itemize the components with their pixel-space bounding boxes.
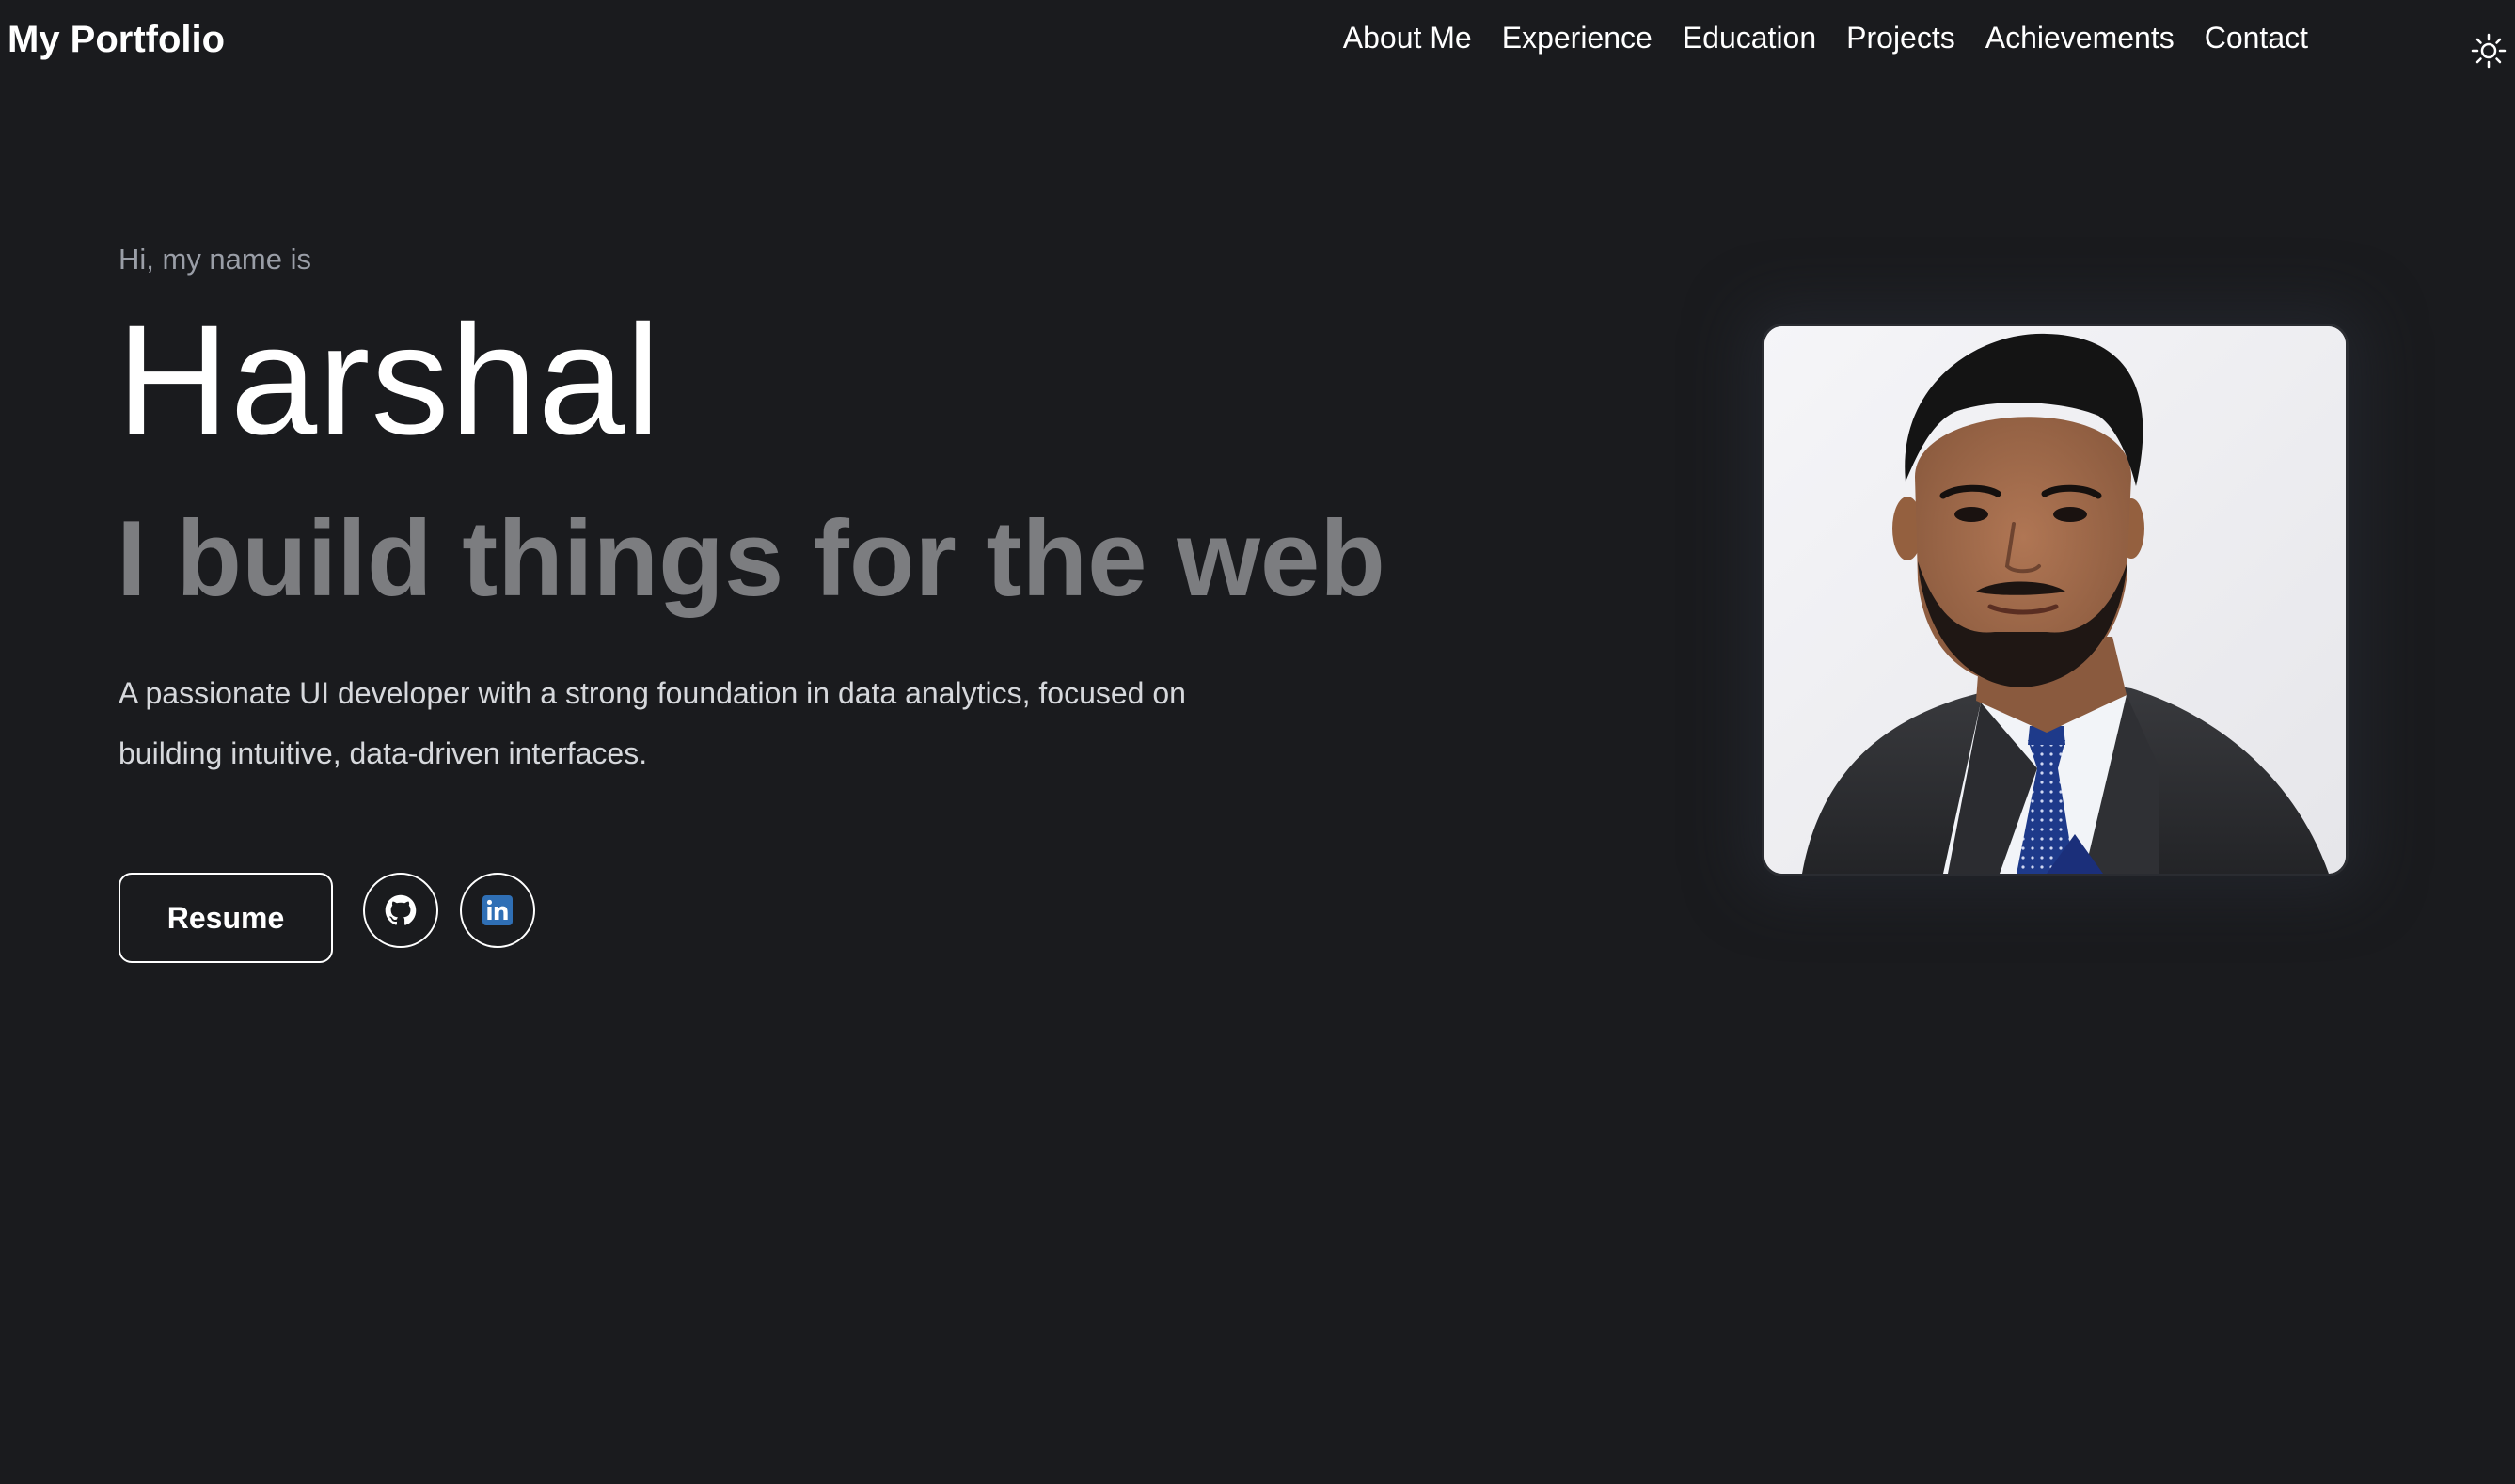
nav-about-me[interactable]: About Me xyxy=(1343,21,1472,55)
sun-icon xyxy=(2471,33,2507,69)
nav-achievements[interactable]: Achievements xyxy=(1985,21,2175,55)
brand-logo[interactable]: My Portfolio xyxy=(8,19,225,61)
profile-photo-illustration xyxy=(1764,326,2346,874)
nav-projects[interactable]: Projects xyxy=(1846,21,1955,55)
github-icon xyxy=(385,894,417,925)
nav-experience[interactable]: Experience xyxy=(1502,21,1653,55)
theme-toggle-button[interactable] xyxy=(2470,32,2507,70)
nav-contact[interactable]: Contact xyxy=(2205,21,2308,55)
hero-tagline: I build things for the web xyxy=(117,499,1385,619)
hero-name: Harshal xyxy=(117,293,662,467)
profile-photo xyxy=(1762,324,2349,876)
hero-description: A passionate UI developer with a strong … xyxy=(119,676,1186,770)
main-nav: About Me Experience Education Projects A… xyxy=(1343,21,2308,55)
resume-button[interactable]: Resume xyxy=(119,873,333,963)
linkedin-icon xyxy=(482,895,513,925)
portfolio-page: My Portfolio About Me Experience Educati… xyxy=(0,0,2515,1484)
linkedin-button[interactable] xyxy=(460,873,535,948)
github-button[interactable] xyxy=(363,873,438,948)
hero-intro: Hi, my name is xyxy=(119,243,311,276)
nav-education[interactable]: Education xyxy=(1683,21,1816,55)
